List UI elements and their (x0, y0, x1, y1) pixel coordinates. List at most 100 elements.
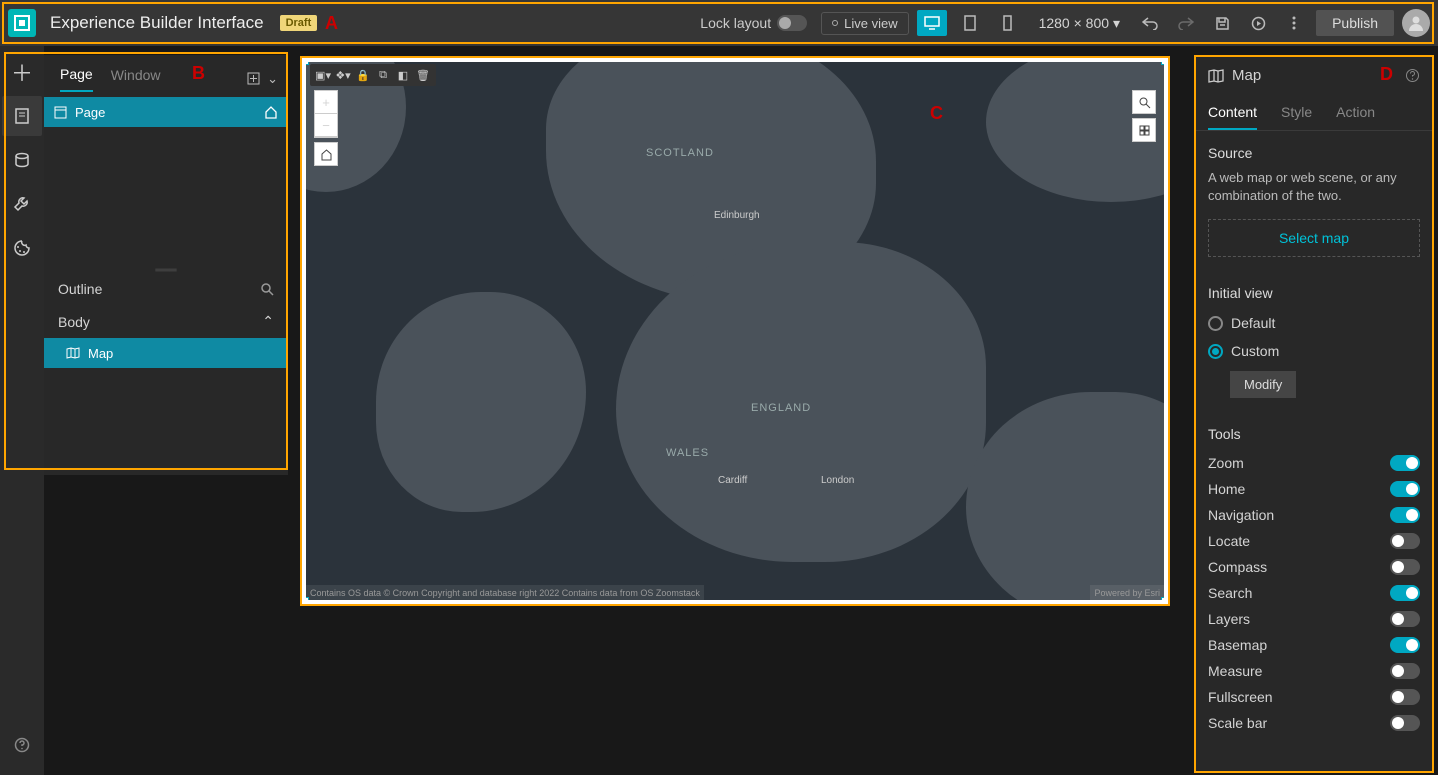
tab-action[interactable]: Action (1336, 96, 1375, 130)
tool-row-layers: Layers (1208, 606, 1420, 632)
tool-row-scale-bar: Scale bar (1208, 710, 1420, 736)
tool-row-search: Search (1208, 580, 1420, 606)
tool-row-fullscreen: Fullscreen (1208, 684, 1420, 710)
tool-label: Home (1208, 481, 1245, 497)
tool-toggle[interactable] (1390, 507, 1420, 523)
tab-window[interactable]: Window (111, 67, 161, 91)
modify-button[interactable]: Modify (1230, 371, 1296, 398)
radio-icon-checked (1208, 344, 1223, 359)
radio-icon (1208, 316, 1223, 331)
device-desktop-button[interactable] (917, 10, 947, 36)
tool-row-basemap: Basemap (1208, 632, 1420, 658)
map-zoom-control[interactable]: + − (314, 90, 338, 138)
tool-toggle[interactable] (1390, 533, 1420, 549)
save-button[interactable] (1208, 9, 1236, 37)
tab-style[interactable]: Style (1281, 96, 1312, 130)
help-icon[interactable] (1405, 68, 1420, 83)
canvas-area[interactable]: SCOTLAND ENGLAND WALES Edinburgh Cardiff… (300, 56, 1170, 606)
tab-content[interactable]: Content (1208, 96, 1257, 130)
tool-toggle[interactable] (1390, 481, 1420, 497)
search-icon[interactable] (260, 282, 274, 296)
add-widget-button[interactable]: ＋ (2, 52, 42, 92)
page-icon (54, 106, 67, 119)
theme-rail-button[interactable] (2, 228, 42, 268)
initial-view-section: Initial view Default Custom Modify (1194, 271, 1434, 412)
left-rail: ＋ (0, 46, 44, 775)
data-rail-button[interactable] (2, 140, 42, 180)
add-page-icon[interactable] (246, 71, 261, 87)
tool-toggle[interactable] (1390, 455, 1420, 471)
map-city-cardiff: Cardiff (718, 475, 747, 486)
tool-toggle[interactable] (1390, 637, 1420, 653)
outline-map-item[interactable]: Map (44, 338, 288, 368)
select-map-button[interactable]: Select map (1208, 219, 1420, 257)
live-view-button[interactable]: Live view (821, 12, 908, 35)
tool-label: Measure (1208, 663, 1262, 679)
tool-toggle[interactable] (1390, 559, 1420, 575)
tool-label: Compass (1208, 559, 1267, 575)
utilities-rail-button[interactable] (2, 184, 42, 224)
tool-row-navigation: Navigation (1208, 502, 1420, 528)
draft-badge: Draft (280, 15, 318, 31)
device-phone-button[interactable] (993, 10, 1023, 36)
selector-icon[interactable]: ▣▾ (316, 68, 330, 82)
tool-row-locate: Locate (1208, 528, 1420, 554)
tool-toggle[interactable] (1390, 663, 1420, 679)
map-label-england: ENGLAND (751, 402, 811, 414)
map-basemap-button[interactable] (1132, 118, 1156, 142)
tool-row-zoom: Zoom (1208, 450, 1420, 476)
app-logo[interactable] (8, 9, 36, 37)
tool-label: Layers (1208, 611, 1250, 627)
redo-button[interactable] (1172, 9, 1200, 37)
right-panel-title: Map (1194, 55, 1434, 96)
chevron-up-icon[interactable]: ⌃ (262, 313, 274, 330)
pages-rail-button[interactable] (2, 96, 42, 136)
zoom-in-button[interactable]: + (315, 91, 337, 114)
map-attribution-right: Powered by Esri (1090, 585, 1164, 600)
radio-default[interactable]: Default (1208, 309, 1420, 337)
lock-icon[interactable]: 🔒 (356, 68, 370, 82)
layers-icon[interactable]: ❖▾ (336, 68, 350, 82)
preview-button[interactable] (1244, 9, 1272, 37)
tool-toggle[interactable] (1390, 689, 1420, 705)
radio-custom[interactable]: Custom (1208, 337, 1420, 365)
zoom-out-button[interactable]: − (315, 114, 337, 137)
body-row[interactable]: Body ⌃ (44, 305, 288, 338)
publish-button[interactable]: Publish (1316, 10, 1394, 36)
lock-layout-control[interactable]: Lock layout (694, 11, 813, 35)
app-title[interactable]: Experience Builder Interface (50, 13, 264, 33)
tool-label: Basemap (1208, 637, 1267, 653)
tab-page[interactable]: Page (60, 66, 93, 92)
map-city-london: London (821, 475, 854, 486)
device-tablet-button[interactable] (955, 10, 985, 36)
user-avatar[interactable] (1402, 9, 1430, 37)
tool-toggle[interactable] (1390, 611, 1420, 627)
map-icon (1208, 69, 1224, 83)
delete-icon[interactable]: 🗑 (416, 68, 430, 82)
duplicate-icon[interactable]: ⧉ (376, 68, 390, 82)
resolution-dropdown[interactable]: 1280 × 800 ▾ (1031, 11, 1129, 36)
tool-row-measure: Measure (1208, 658, 1420, 684)
tool-toggle[interactable] (1390, 585, 1420, 601)
right-panel: Map Content Style Action Source A web ma… (1194, 55, 1434, 771)
map-attribution-left: Contains OS data © Crown Copyright and d… (306, 585, 704, 600)
page-item[interactable]: Page (44, 97, 288, 127)
undo-button[interactable] (1136, 9, 1164, 37)
tools-heading: Tools (1208, 426, 1420, 442)
lock-layout-label: Lock layout (700, 15, 771, 31)
map-home-button[interactable] (314, 142, 338, 166)
chevron-down-icon[interactable]: ⌄ (267, 71, 278, 87)
header-bar: Experience Builder Interface Draft Lock … (0, 0, 1438, 46)
tools-section: Tools Zoom Home NavigationLocate Compass Sea… (1194, 412, 1434, 750)
tool-toggle[interactable] (1390, 715, 1420, 731)
map-search-button[interactable] (1132, 90, 1156, 114)
widget-align-icon[interactable]: ◧ (396, 68, 410, 82)
more-button[interactable] (1280, 9, 1308, 37)
map-widget[interactable]: SCOTLAND ENGLAND WALES Edinburgh Cardiff… (306, 62, 1164, 600)
home-icon[interactable] (264, 105, 278, 119)
help-rail-button[interactable] (2, 725, 42, 765)
lock-layout-toggle[interactable] (777, 15, 807, 31)
source-heading: Source (1208, 145, 1420, 161)
body-label: Body (58, 314, 90, 330)
tool-label: Search (1208, 585, 1252, 601)
